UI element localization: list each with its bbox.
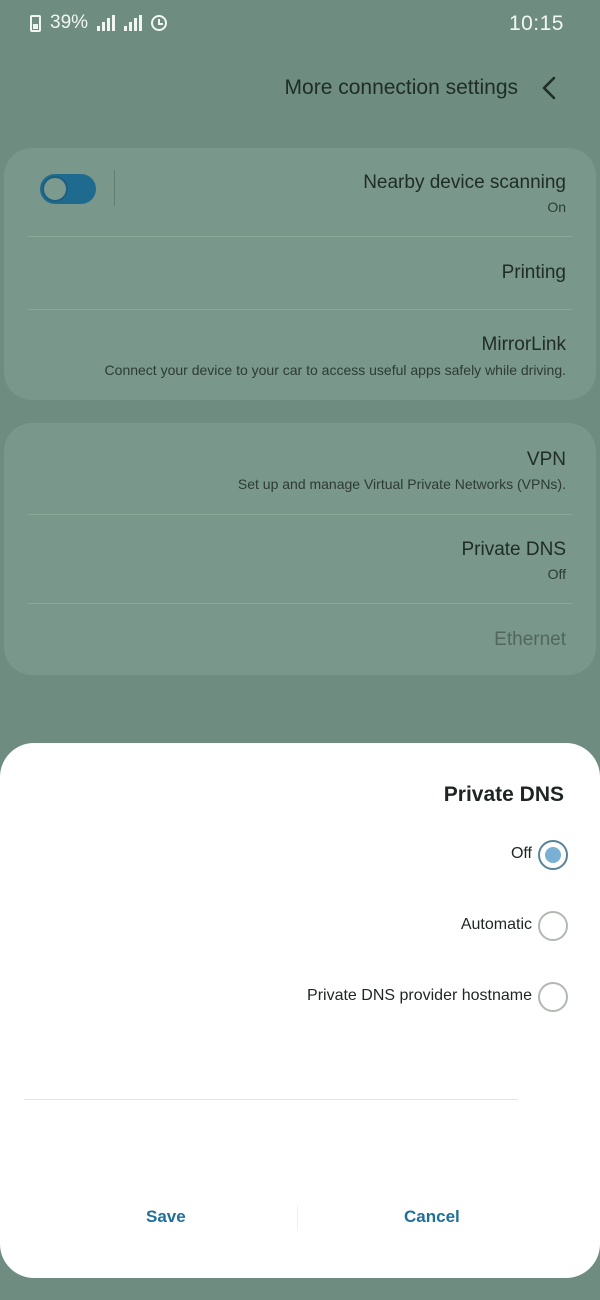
option-off[interactable]: Off: [0, 833, 600, 877]
row-title: Ethernet: [494, 629, 566, 650]
battery-icon: [30, 14, 41, 32]
option-label: Automatic: [460, 916, 532, 933]
row-subtitle: Set up and manage Virtual Private Networ…: [237, 476, 566, 492]
row-title: Nearby device scanning: [363, 172, 566, 193]
row-subtitle: Off: [547, 566, 566, 582]
toggle-separator: [114, 170, 115, 206]
option-provider-hostname[interactable]: Private DNS provider hostname: [0, 975, 600, 1019]
save-button[interactable]: Save: [136, 1201, 196, 1233]
status-icons: 39%: [30, 12, 168, 34]
row-title: MirrorLink: [481, 334, 566, 355]
row-title: Private DNS: [461, 539, 566, 560]
settings-group-1: Nearby device scanning On Printing Mirro…: [4, 148, 596, 400]
toggle-knob: [42, 176, 68, 202]
page-title: More connection settings: [284, 76, 518, 99]
private-dns-row[interactable]: Private DNS Off: [4, 515, 596, 603]
row-title: Printing: [501, 262, 566, 283]
chevron-left-icon[interactable]: [536, 74, 564, 102]
radio-button[interactable]: [538, 911, 568, 941]
option-automatic[interactable]: Automatic: [0, 904, 600, 948]
battery-percentage: 39%: [50, 12, 89, 33]
printing-row[interactable]: Printing: [4, 237, 596, 309]
hostname-input-underline: [24, 1099, 518, 1100]
mirrorlink-row[interactable]: MirrorLink Connect your device to your c…: [4, 310, 596, 400]
nearby-device-scanning-row[interactable]: Nearby device scanning On: [4, 148, 596, 236]
status-time: 10:15: [508, 12, 564, 35]
signal-icon-2: [124, 15, 143, 31]
vpn-row[interactable]: VPN Set up and manage Virtual Private Ne…: [4, 423, 596, 514]
option-label: Private DNS provider hostname: [307, 987, 532, 1004]
option-label: Off: [510, 845, 532, 862]
ethernet-row: Ethernet: [4, 604, 596, 675]
status-bar: 39% 10:15: [0, 0, 600, 48]
alarm-icon: [151, 15, 168, 31]
signal-icon: [97, 15, 116, 31]
cancel-button[interactable]: Cancel: [394, 1201, 470, 1233]
radio-button-checked[interactable]: [538, 840, 568, 870]
nearby-scanning-toggle[interactable]: [40, 174, 96, 204]
settings-group-2: VPN Set up and manage Virtual Private Ne…: [4, 423, 596, 675]
private-dns-dialog: Private DNS Off Automatic Private DNS pr…: [0, 743, 600, 1278]
row-title: VPN: [526, 449, 566, 470]
button-separator: [297, 1205, 298, 1231]
header: More connection settings: [0, 60, 600, 120]
dialog-title: Private DNS: [443, 783, 564, 806]
row-subtitle: On: [547, 199, 566, 215]
row-subtitle: Connect your device to your car to acces…: [104, 362, 566, 378]
radio-button[interactable]: [538, 982, 568, 1012]
